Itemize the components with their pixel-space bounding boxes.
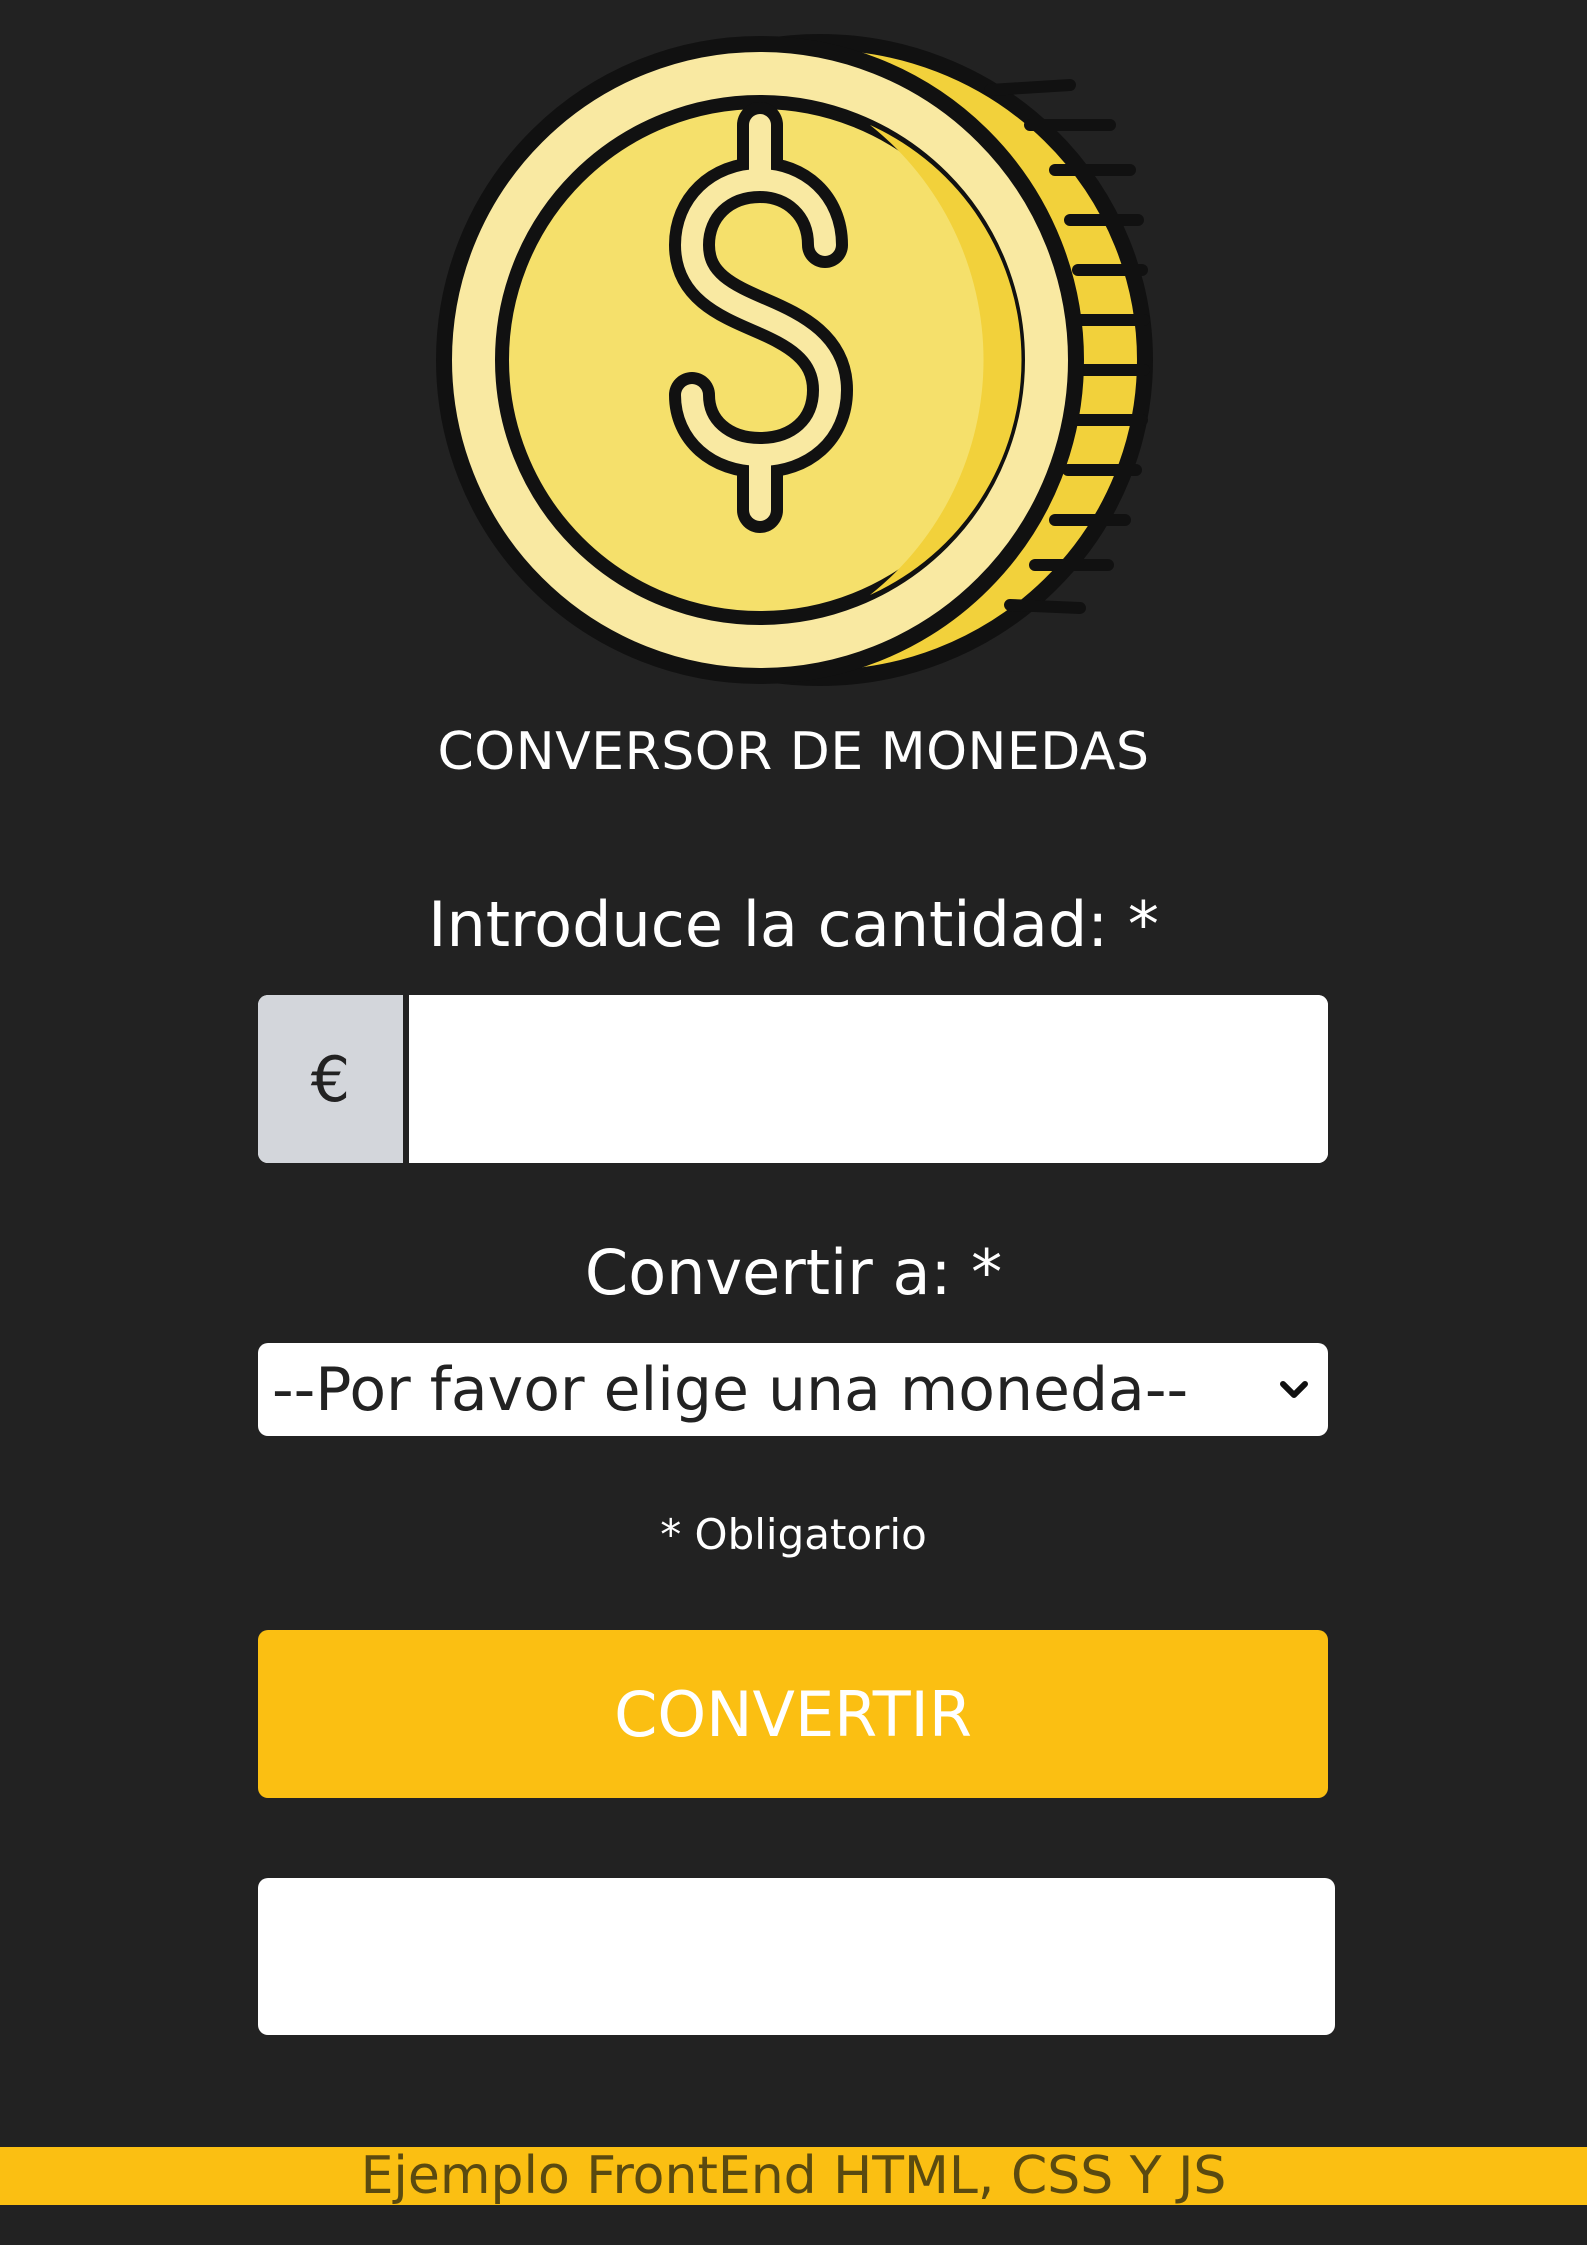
result-box	[258, 1878, 1335, 2035]
amount-label: Introduce la cantidad: *	[428, 888, 1159, 961]
convert-button[interactable]: CONVERTIR	[258, 1630, 1328, 1798]
currency-select-value: --Por favor elige una moneda--	[272, 1354, 1189, 1425]
dollar-coin-icon	[430, 30, 1160, 690]
euro-icon: €	[258, 995, 409, 1163]
amount-input-group: €	[258, 995, 1328, 1163]
app-title: CONVERSOR DE MONEDAS	[437, 722, 1150, 782]
currency-select[interactable]: --Por favor elige una moneda--	[258, 1343, 1328, 1436]
amount-input[interactable]	[409, 995, 1328, 1163]
chevron-down-icon	[1274, 1370, 1314, 1410]
convert-to-label: Convertir a: *	[584, 1236, 1003, 1309]
required-note: * Obligatorio	[660, 1510, 927, 1559]
footer-text: Ejemplo FrontEnd HTML, CSS Y JS	[0, 2147, 1587, 2205]
